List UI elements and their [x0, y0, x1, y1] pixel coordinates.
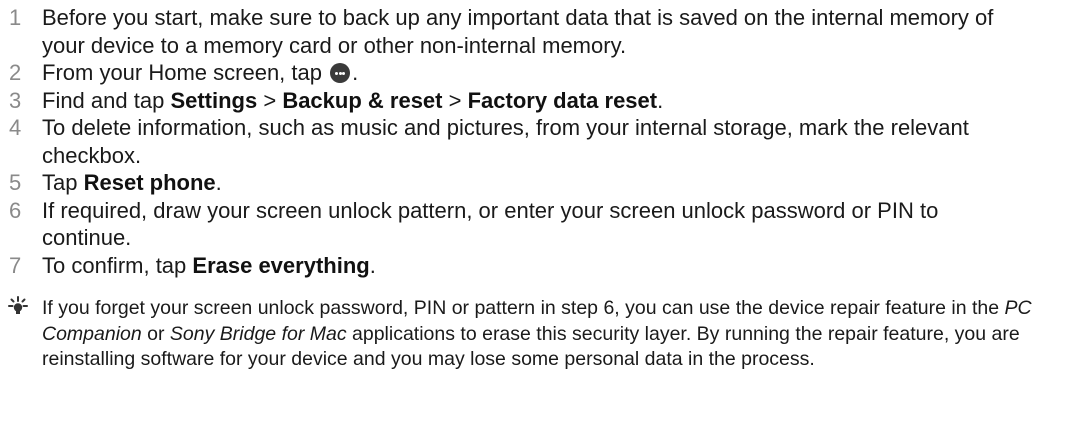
step-text: Tap — [42, 170, 84, 195]
apps-icon — [330, 63, 351, 83]
step-item: 5 Tap Reset phone. — [0, 169, 1000, 197]
step-number: 6 — [9, 197, 22, 223]
app-name-sony-bridge: Sony Bridge for Mac — [169, 322, 347, 345]
step-item: 1 Before you start, make sure to back up… — [0, 4, 1000, 59]
step-number: 5 — [9, 170, 22, 195]
lightbulb-icon — [8, 296, 28, 314]
ui-term-settings: Settings — [170, 87, 258, 113]
step-text-end: . — [215, 170, 222, 195]
ui-term-reset-phone: Reset phone — [83, 170, 216, 195]
step-number: 4 — [9, 115, 22, 140]
step-text: From your Home screen, tap — [42, 60, 329, 85]
path-separator: > — [442, 87, 468, 113]
step-item: 3 Find and tap Settings > Backup & reset… — [0, 87, 1000, 115]
step-text: Before you start, make sure to back up a… — [42, 5, 994, 58]
step-number: 2 — [9, 60, 22, 85]
tip-note: If you forget your screen unlock passwor… — [0, 296, 1065, 373]
tip-text-part: If you forget your screen unlock passwor… — [42, 297, 1005, 319]
tip-text-part: or — [141, 322, 170, 345]
ui-term-backup-reset: Backup & reset — [282, 87, 443, 113]
step-item: 6 If required, draw your screen unlock p… — [0, 197, 1000, 252]
ui-term-factory-data-reset: Factory data reset — [467, 87, 658, 113]
step-text: To delete information, such as music and… — [42, 115, 969, 168]
step-text-end: . — [657, 87, 664, 113]
step-text-end: . — [352, 60, 359, 85]
step-text: To confirm, tap — [42, 252, 193, 278]
tip-text: If you forget your screen unlock passwor… — [0, 296, 1042, 373]
ui-term-erase-everything: Erase everything — [192, 252, 370, 278]
step-number: 7 — [9, 252, 22, 278]
step-text-end: . — [369, 252, 376, 278]
step-item: 2 From your Home screen, tap . — [0, 59, 1000, 87]
step-text: Find and tap — [42, 87, 171, 113]
steps-list: 1 Before you start, make sure to back up… — [0, 4, 1000, 279]
step-item: 7 To confirm, tap Erase everything. — [0, 252, 1000, 280]
step-number: 3 — [9, 87, 22, 113]
path-separator: > — [257, 87, 283, 113]
step-text: If required, draw your screen unlock pat… — [42, 197, 939, 251]
step-item: 4 To delete information, such as music a… — [0, 114, 1000, 169]
step-number: 1 — [9, 5, 22, 30]
